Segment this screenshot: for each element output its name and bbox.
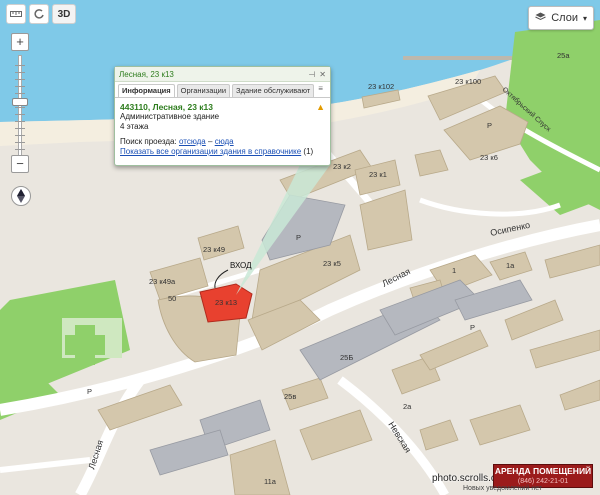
pin-icon[interactable]: ⊣: [308, 70, 315, 79]
label-23k49: 23 к49: [203, 245, 225, 254]
label-23k13: 23 к13: [215, 298, 237, 307]
layers-button[interactable]: Слои ▾: [528, 6, 594, 30]
label-1a: 1а: [506, 261, 515, 270]
label-2a: 2а: [403, 402, 412, 411]
label-23k102: 23 к102: [368, 82, 394, 91]
route-to-link[interactable]: сюда: [215, 137, 234, 146]
zoom-control: + −: [9, 33, 31, 173]
address-title: 443110, Лесная, 23 к13: [120, 102, 213, 112]
layers-label: Слои: [551, 12, 578, 24]
ad-title: АРЕНДА ПОМЕЩЕНИЙ: [494, 466, 592, 476]
parking-label: P: [487, 121, 492, 130]
label-23k49a: 23 к49а: [149, 277, 176, 286]
label-50: 50: [168, 294, 176, 303]
notifications-status: Новых уведомлений нет: [463, 485, 543, 492]
label-25v: 25в: [284, 392, 296, 401]
map-toolbar: 3D: [0, 0, 82, 28]
close-icon[interactable]: ✕: [319, 70, 326, 79]
balloon-header: Лесная, 23 к13 ⊣ ✕: [115, 67, 330, 82]
parking-label: P: [470, 323, 475, 332]
pier: [403, 56, 515, 60]
label-23k100: 23 к100: [455, 77, 481, 86]
label-entrance: ВХОД: [230, 261, 252, 270]
route-search: Поиск проезда: отсюда – сюда: [120, 137, 325, 147]
tab-building-services[interactable]: Здание обслуживают: [232, 84, 315, 97]
label-23k5: 23 к5: [323, 259, 341, 268]
label-1: 1: [452, 266, 456, 275]
parking-label: P: [296, 233, 301, 242]
zoom-in-button[interactable]: +: [11, 33, 29, 51]
balloon-title: Лесная, 23 к13: [119, 69, 174, 79]
rotate-icon[interactable]: [29, 4, 49, 24]
zoom-out-button[interactable]: −: [11, 155, 29, 173]
tab-info[interactable]: Информация: [118, 84, 175, 97]
compass-icon[interactable]: [11, 186, 31, 206]
zoom-slider-thumb[interactable]: [12, 98, 28, 107]
building-type: Административное здание: [120, 112, 220, 121]
collapse-icon[interactable]: ≡: [318, 84, 323, 97]
label-25b: 25Б: [340, 353, 353, 362]
info-balloon: Лесная, 23 к13 ⊣ ✕ Информация Организаци…: [114, 66, 331, 166]
warning-icon[interactable]: ▲: [316, 102, 325, 112]
label-11a: 11а: [264, 477, 277, 486]
label-25a: 25а: [557, 51, 570, 60]
chevron-down-icon: ▾: [582, 13, 587, 23]
route-label: Поиск проезда:: [120, 137, 177, 146]
route-from-link[interactable]: отсюда: [179, 137, 206, 146]
layers-icon: [535, 12, 546, 25]
tab-organizations[interactable]: Организации: [176, 84, 231, 97]
label-23k2: 23 к2: [333, 162, 351, 171]
all-orgs-link[interactable]: Показать все организации здания в справо…: [120, 147, 301, 156]
parking-label: P: [87, 387, 92, 396]
ruler-icon[interactable]: [6, 4, 26, 24]
label-23k6: 23 к6: [480, 153, 498, 162]
route-dash: –: [208, 137, 213, 146]
balloon-tabs: Информация Организации Здание обслуживаю…: [115, 82, 330, 98]
orgs-count: (1): [303, 147, 314, 156]
3d-button[interactable]: 3D: [52, 4, 76, 24]
label-23k1: 23 к1: [369, 170, 387, 179]
building-floors: 4 этажа: [120, 122, 149, 131]
